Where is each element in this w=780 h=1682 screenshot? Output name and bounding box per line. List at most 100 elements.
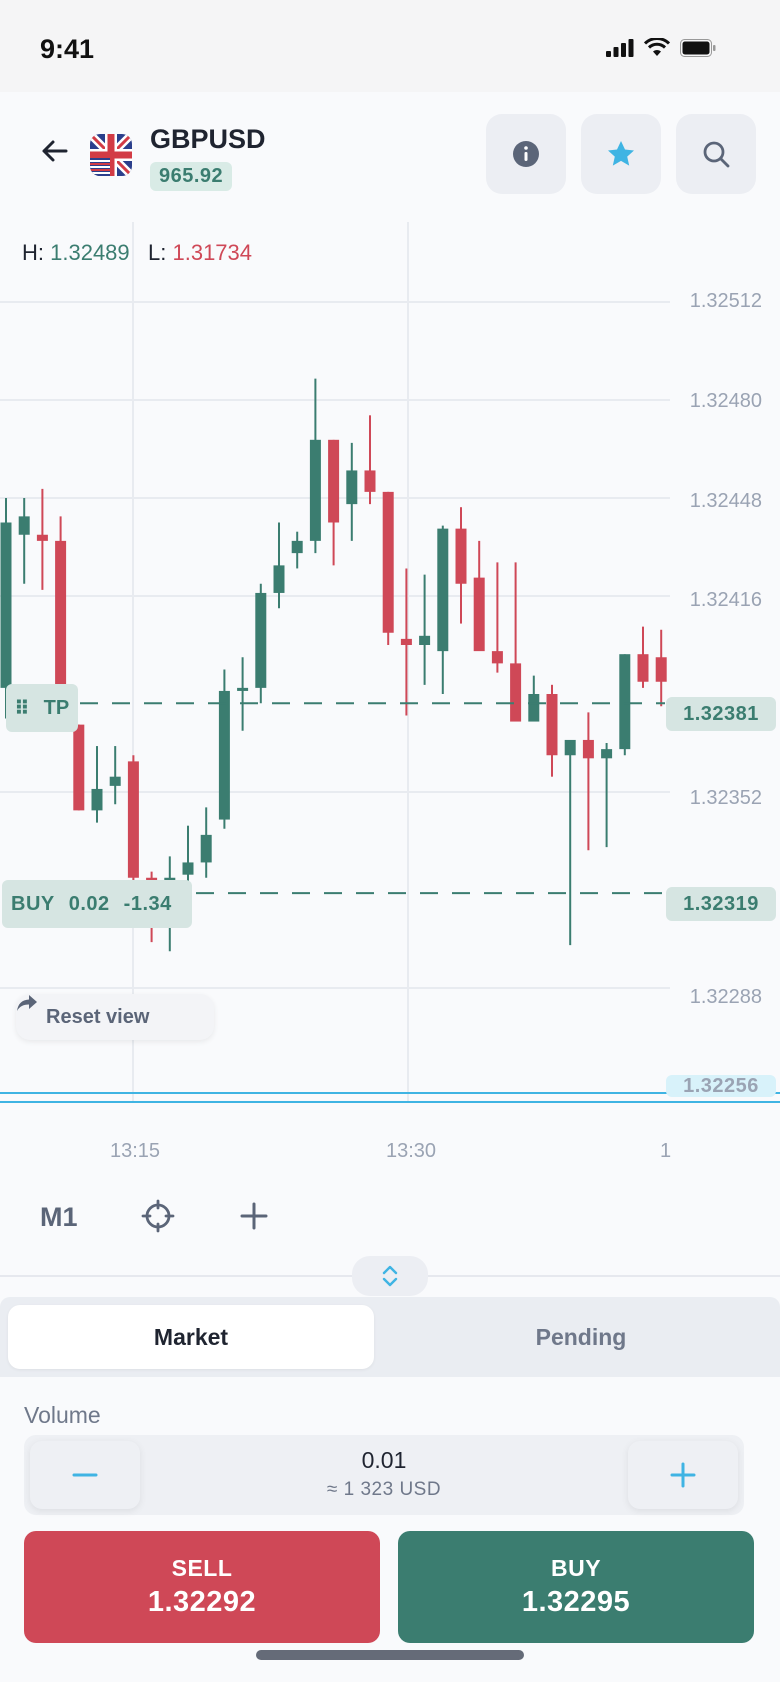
current-price-tag: 1.32256 (666, 1075, 776, 1097)
position-volume: 0.02 (68, 892, 110, 915)
candle-body (291, 540, 303, 554)
sell-price: 1.32292 (147, 1586, 257, 1618)
candle (546, 684, 558, 777)
x-tick: 13:15 (110, 1140, 161, 1162)
candle-body (109, 776, 121, 786)
sell-button[interactable]: SELL 1.32292 (24, 1531, 380, 1643)
panel-drag-handle[interactable] (352, 1256, 428, 1296)
candle-body (382, 491, 394, 633)
candle-body (273, 565, 285, 593)
candle (455, 507, 467, 624)
y-tick: 1.32352 (689, 787, 762, 809)
candle-body (346, 470, 358, 505)
price-chart[interactable]: H: 1.32489 L: 1.31734 1.32512 1.32480 1.… (0, 222, 780, 1262)
timeframe-button[interactable]: M1 (40, 1202, 78, 1233)
volume-stepper: 0.01 ≈ 1 323 USD (24, 1435, 744, 1515)
share-arrow-icon (17, 995, 37, 1011)
candle-body (400, 638, 412, 645)
buy-price: 1.32295 (521, 1586, 631, 1618)
candle (582, 712, 594, 851)
candle-body (309, 439, 321, 541)
buy-label: BUY (550, 1555, 602, 1581)
search-icon (703, 141, 730, 168)
candle-body (510, 663, 522, 722)
arrow-left-icon (42, 140, 68, 162)
candle-body (582, 739, 594, 759)
chevron-up-down-icon (382, 1265, 398, 1287)
candle (491, 562, 503, 673)
candle-body (528, 694, 540, 722)
candle (419, 574, 431, 685)
high-value: 1.32489 (50, 240, 130, 265)
high-low-readout: H: 1.32489 L: 1.31734 (22, 240, 252, 266)
add-indicator-button[interactable] (236, 1198, 272, 1234)
candle-body (328, 439, 340, 523)
candle-body (218, 690, 230, 820)
candle (237, 657, 249, 731)
crosshair-icon (141, 1199, 175, 1233)
reset-view-button[interactable]: Reset view (16, 994, 214, 1040)
candle (400, 568, 412, 716)
candle (528, 675, 540, 722)
candle (510, 562, 522, 722)
tp-price-tag: 1.32381 (666, 697, 776, 731)
volume-label: Volume (24, 1402, 101, 1428)
price-badge: 965.92 (150, 162, 233, 191)
y-tick: 1.32416 (689, 589, 762, 611)
candle-body (127, 761, 139, 878)
favorite-button[interactable] (581, 114, 661, 194)
candle (382, 491, 394, 645)
candle-body (546, 694, 558, 756)
y-tick: 1.32480 (689, 390, 762, 412)
candle (218, 669, 230, 829)
candle-body (91, 788, 103, 811)
back-button[interactable] (36, 132, 74, 170)
candle (601, 743, 613, 848)
candle-body (36, 534, 48, 541)
candle-body (655, 657, 667, 682)
candle (73, 724, 85, 811)
status-icons (606, 38, 716, 57)
buy-button[interactable]: BUY 1.32295 (398, 1531, 754, 1643)
drag-handle-icon[interactable]: ⠿ (14, 696, 30, 721)
volume-increase-button[interactable] (628, 1441, 738, 1509)
candle (255, 583, 267, 704)
position-tag[interactable]: BUY 0.02 -1.34 (2, 880, 192, 928)
candle-body (473, 577, 485, 652)
y-tick: 1.32448 (689, 490, 762, 512)
candle-body (0, 522, 12, 688)
candle (637, 626, 649, 688)
candle-body (182, 862, 194, 875)
tp-label: TP (43, 696, 70, 719)
candle-body (564, 739, 576, 756)
candle-body (437, 528, 449, 652)
take-profit-tag[interactable]: ⠿ TP (6, 684, 78, 732)
candlestick-chart[interactable] (0, 222, 780, 1122)
crosshair-button[interactable] (140, 1198, 176, 1234)
candle (564, 739, 576, 946)
position-pnl: -1.34 (123, 892, 172, 915)
candle (36, 488, 48, 590)
info-button[interactable] (486, 114, 566, 194)
status-bar: 9:41 (0, 0, 780, 92)
candle (182, 825, 194, 887)
high-label: H: (22, 240, 44, 265)
candle-body (491, 651, 503, 664)
candle-body (637, 654, 649, 682)
tab-pending[interactable]: Pending (396, 1305, 766, 1369)
star-icon (608, 141, 634, 166)
candle (328, 439, 340, 566)
sell-label: SELL (171, 1555, 233, 1581)
info-icon (513, 141, 539, 167)
candle (291, 531, 303, 569)
candle-body (455, 528, 467, 584)
candle (91, 746, 103, 823)
reset-view-label: Reset view (46, 1005, 150, 1028)
candle-body (601, 749, 613, 759)
candle (18, 498, 30, 584)
position-price-tag: 1.32319 (666, 887, 776, 921)
tab-market[interactable]: Market (8, 1305, 374, 1369)
search-button[interactable] (676, 114, 756, 194)
candle-body (18, 516, 30, 535)
signal-icon (606, 38, 634, 57)
